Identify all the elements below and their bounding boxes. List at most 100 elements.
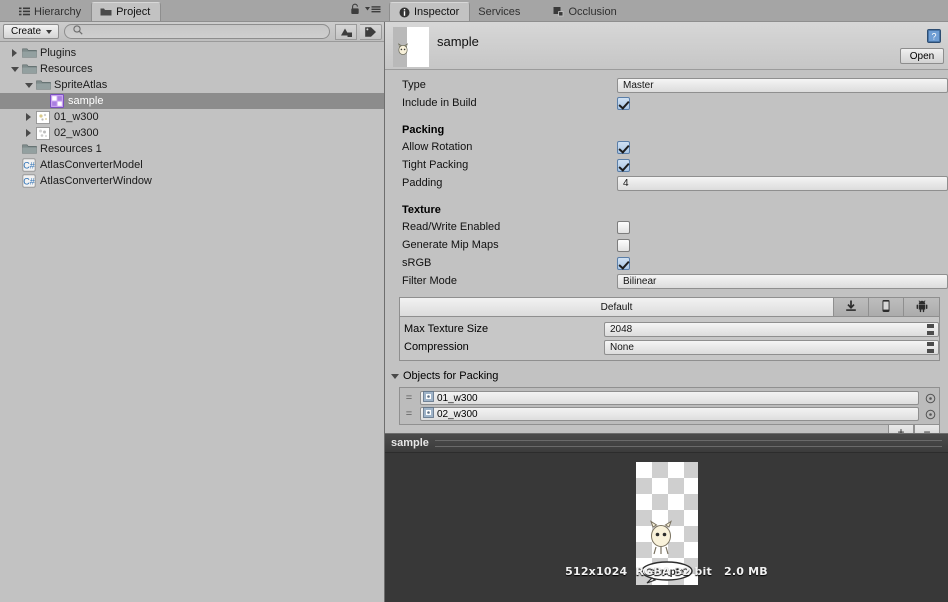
folder-icon [21,142,37,156]
tree-item-resources-1[interactable]: Resources 1 [0,141,385,157]
tree-item-atlasconvertermodel[interactable]: C# AtlasConverterModel [0,157,385,173]
objects-for-packing-header[interactable]: Objects for Packing [385,367,948,385]
drag-handle-icon[interactable]: = [402,392,416,404]
platform-tab-standalone[interactable] [834,298,869,316]
sprite-atlas-icon [49,94,65,108]
project-asset-tree[interactable]: Plugins Resources SpriteAtlas sample 01_… [0,42,385,602]
platform-tab-default[interactable]: Default [400,298,834,316]
tree-item-label: AtlasConverterWindow [40,175,152,187]
object-field[interactable]: 02_w300 [420,407,919,421]
generate-mip-maps-checkbox[interactable] [617,238,630,252]
chevron-down-icon [46,29,53,34]
tight-packing-checkbox[interactable] [617,158,630,172]
project-panel-body: Create Plugins Resources SpriteAtlas sam… [0,21,385,602]
preview-drag-grip[interactable] [434,439,942,447]
preview-stats: 512x1024 RGBA 32 bit 2.0 MB [565,565,768,578]
tree-item-label: 01_w300 [54,111,99,123]
compression-label: Compression [404,341,469,353]
include-in-build-checkbox[interactable] [617,96,630,110]
hamburger-menu-icon[interactable] [365,4,381,17]
padding-row: Padding 4 [385,174,948,192]
tree-item-resources[interactable]: Resources [0,61,385,77]
object-picker-icon[interactable] [923,393,937,404]
stepper-icon [927,323,936,335]
max-texture-size-row: Max Texture Size 2048 [400,320,939,338]
objects-for-packing-label: Objects for Packing [403,370,499,382]
drag-handle-icon[interactable]: = [402,408,416,420]
ios-device-icon [879,299,893,316]
twisty-right-icon[interactable] [22,113,35,121]
asset-thumbnail [393,27,429,67]
allow-rotation-checkbox[interactable] [617,140,630,154]
max-texture-size-label: Max Texture Size [404,323,489,335]
twisty-right-icon[interactable] [22,129,35,137]
tab-project[interactable]: Project [91,2,162,21]
triangle-down-icon[interactable] [391,373,399,379]
tab-services[interactable]: Services [470,2,530,21]
svg-text:C#: C# [23,160,35,170]
create-button[interactable]: Create [3,24,60,39]
twisty-down-icon[interactable] [8,66,21,72]
type-row: Type Master [385,76,948,94]
padding-input[interactable]: 4 [617,175,948,191]
filter-by-type-icon[interactable] [335,23,357,40]
twisty-right-icon[interactable] [8,49,21,57]
padding-label: Padding [402,177,443,189]
folder-icon [100,6,112,18]
type-dropdown[interactable]: Master [617,77,948,93]
tree-item-label: AtlasConverterModel [40,159,143,171]
platform-rows: Max Texture Size 2048 Compression None [400,317,939,360]
tree-item-01-w300[interactable]: 01_w300 [0,109,385,125]
platform-tab-ios[interactable] [869,298,904,316]
tab-hierarchy-label: Hierarchy [34,5,82,18]
object-picker-icon[interactable] [923,409,937,420]
filter-mode-row: Filter Mode Bilinear [385,272,948,290]
list-item[interactable]: = 01_w300 [402,390,937,406]
tree-item-atlasconverterwindow[interactable]: C# AtlasConverterWindow [0,173,385,189]
allow-rotation-row: Allow Rotation [385,138,948,156]
preview-pane: sample sample 512x1024 RGBA 32 bit 2.0 M… [385,433,948,602]
tab-occlusion[interactable]: Occlusion [544,2,626,21]
preview-header[interactable]: sample [385,434,948,453]
texture-small-icon [423,407,434,421]
max-texture-size-dropdown[interactable]: 2048 [604,321,939,337]
search-input[interactable] [87,25,321,38]
inspector-tabbar: Inspector Services Occlusion [385,0,948,21]
inspector-body: sample ? Open Type Master Include in Bui… [385,21,948,602]
texture-section-header: Texture [385,198,948,218]
lock-icon[interactable] [350,3,360,18]
tab-inspector[interactable]: Inspector [389,2,471,21]
android-robot-icon [915,299,929,316]
srgb-row: sRGB [385,254,948,272]
open-button[interactable]: Open [900,48,944,64]
folder-icon [21,46,37,60]
object-field[interactable]: 01_w300 [420,391,919,405]
filter-mode-value: Bilinear [623,275,657,287]
project-toolbar: Create [0,22,385,42]
tree-item-02-w300[interactable]: 02_w300 [0,125,385,141]
filter-mode-dropdown[interactable]: Bilinear [617,273,948,289]
tree-item-plugins[interactable]: Plugins [0,45,385,61]
preview-canvas[interactable]: sample 512x1024 RGBA 32 bit 2.0 MB [385,453,948,602]
platform-settings-box: Default Max Texture Size 2048 Compressio… [399,297,940,361]
tree-item-sample[interactable]: sample [0,93,385,109]
tab-occlusion-label: Occlusion [568,5,617,18]
list-item[interactable]: = 02_w300 [402,406,937,422]
inspector-panel: Inspector Services Occlusion sample ? Op… [385,0,948,602]
tree-item-label: Plugins [40,47,77,59]
search-field[interactable] [64,24,330,39]
open-button-label: Open [909,50,935,62]
texture-small-icon [423,391,434,405]
filter-by-label-icon[interactable] [360,23,382,40]
read-write-enabled-checkbox[interactable] [617,220,630,234]
compression-dropdown[interactable]: None [604,339,939,355]
texture-icon [35,126,51,140]
csharp-script-icon: C# [21,158,37,172]
tab-hierarchy[interactable]: Hierarchy [10,2,91,21]
occlusion-icon [552,6,564,18]
twisty-down-icon[interactable] [22,82,35,88]
tree-item-spriteatlas[interactable]: SpriteAtlas [0,77,385,93]
platform-tab-android[interactable] [904,298,939,316]
help-book-icon[interactable]: ? [926,28,942,44]
srgb-checkbox[interactable] [617,256,630,270]
